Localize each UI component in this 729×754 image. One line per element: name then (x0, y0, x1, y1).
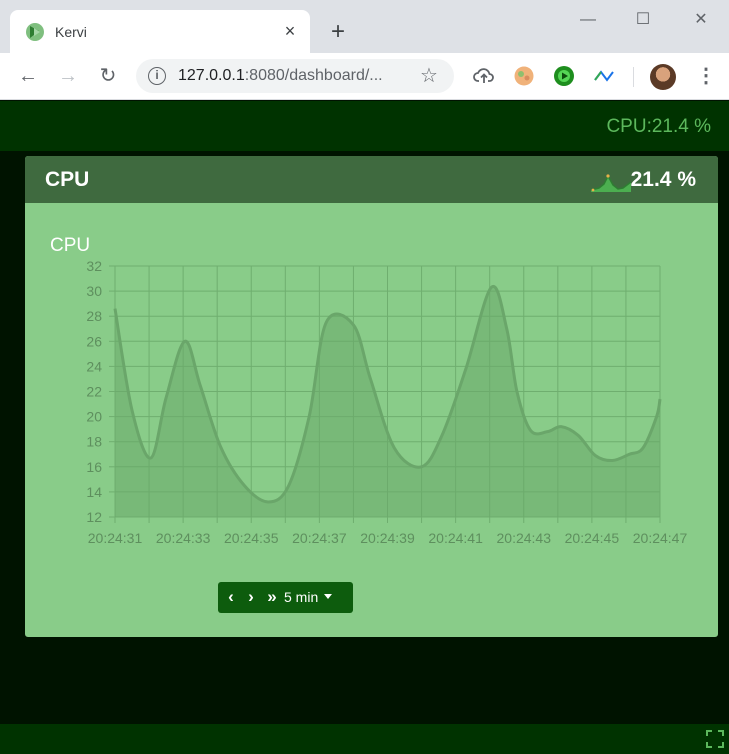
app-footer (0, 724, 729, 754)
profile-avatar[interactable] (650, 64, 676, 90)
browser-menu-icon[interactable]: ⋮ (696, 62, 716, 90)
dashboard-area: CPU 21.4 % CPU 12 14 16 18 20 22 24 26 28 30 32 20… (0, 151, 729, 724)
prev-page-button[interactable]: ‹ (222, 582, 240, 613)
cpu-panel-header: CPU 21.4 % (25, 156, 718, 203)
url-host: 127.0.0.1 (178, 67, 245, 84)
y-tick-label: 18 (86, 434, 102, 450)
sparkline-icon (591, 174, 631, 192)
caret-down-icon (324, 594, 333, 599)
time-range-controls: ‹ › » 5 min (218, 582, 353, 613)
panel-title: CPU (45, 168, 90, 191)
new-tab-button[interactable]: + (324, 18, 352, 46)
tab-title: Kervi (55, 24, 87, 40)
x-tick-label: 20:24:45 (565, 530, 620, 546)
browser-tab[interactable]: Kervi × (10, 10, 310, 53)
y-tick-label: 16 (86, 459, 102, 475)
x-tick-label: 20:24:35 (224, 530, 279, 546)
range-value: 5 min (284, 589, 319, 605)
maximize-icon[interactable]: ☐ (628, 8, 658, 32)
panel-value: 21.4 % (630, 168, 696, 191)
chart-x-axis: 20:24:31 20:24:33 20:24:35 20:24:37 20:24:39… (88, 530, 688, 546)
cpu-chart: CPU 1214161820222426283032 20:24:31 20:24… (50, 235, 688, 546)
bookmark-star-icon[interactable]: ☆ (420, 63, 438, 88)
forward-icon[interactable]: → (54, 62, 82, 90)
site-info-icon[interactable]: i (148, 67, 166, 85)
x-tick-label: 20:24:39 (360, 530, 415, 546)
header-cpu-status[interactable]: CPU:21.4 % (606, 116, 711, 138)
y-tick-label: 14 (86, 484, 102, 500)
y-tick-label: 12 (86, 509, 102, 525)
extension-green-circle-icon[interactable] (553, 65, 575, 87)
y-tick-label: 20 (86, 409, 102, 425)
browser-toolbar: ← → ↻ i 127.0.0.1:8080/dashboard/... ☆ ⋮ (0, 53, 729, 100)
close-tab-icon[interactable]: × (281, 20, 299, 42)
reload-icon[interactable]: ↻ (94, 62, 122, 90)
address-bar[interactable]: i 127.0.0.1:8080/dashboard/... ☆ (136, 59, 454, 93)
minimize-icon[interactable]: — (573, 8, 603, 32)
cloud-upload-icon[interactable] (473, 65, 495, 87)
y-tick-label: 30 (86, 283, 102, 299)
extension-orange-icon[interactable] (513, 65, 535, 87)
y-tick-label: 22 (86, 384, 102, 400)
back-icon[interactable]: ← (14, 62, 42, 90)
x-tick-label: 20:24:33 (156, 530, 211, 546)
url-text[interactable]: 127.0.0.1:8080/dashboard/... (178, 67, 383, 85)
range-dropdown[interactable]: 5 min (284, 582, 333, 613)
cpu-panel: CPU 21.4 % CPU 12 14 16 18 20 22 24 26 28 30 32 20… (25, 156, 718, 637)
extension-pulse-icon[interactable] (593, 65, 615, 87)
chart-series-label: CPU (50, 235, 90, 256)
window-close-icon[interactable]: ✕ (686, 8, 716, 32)
app-header: CPU:21.4 % (0, 101, 729, 151)
kervi-logo-icon (26, 23, 44, 41)
y-tick-label: 24 (86, 358, 102, 374)
x-tick-label: 20:24:41 (428, 530, 483, 546)
next-page-button[interactable]: › (242, 582, 260, 613)
latest-button[interactable]: » (262, 582, 282, 613)
y-tick-label: 26 (86, 333, 102, 349)
x-tick-label: 20:24:43 (497, 530, 552, 546)
y-tick-label: 32 (86, 258, 102, 274)
x-tick-label: 20:24:47 (633, 530, 688, 546)
toolbar-divider (633, 67, 634, 87)
x-tick-label: 20:24:31 (88, 530, 143, 546)
url-path: :8080/dashboard/... (244, 67, 383, 84)
fullscreen-icon[interactable] (705, 729, 725, 749)
chart-y-axis: 12 14 16 18 20 22 24 26 28 30 32 (86, 258, 102, 525)
browser-tab-strip: Kervi × + — ☐ ✕ (0, 0, 729, 53)
x-tick-label: 20:24:37 (292, 530, 347, 546)
y-tick-label: 28 (86, 308, 102, 324)
